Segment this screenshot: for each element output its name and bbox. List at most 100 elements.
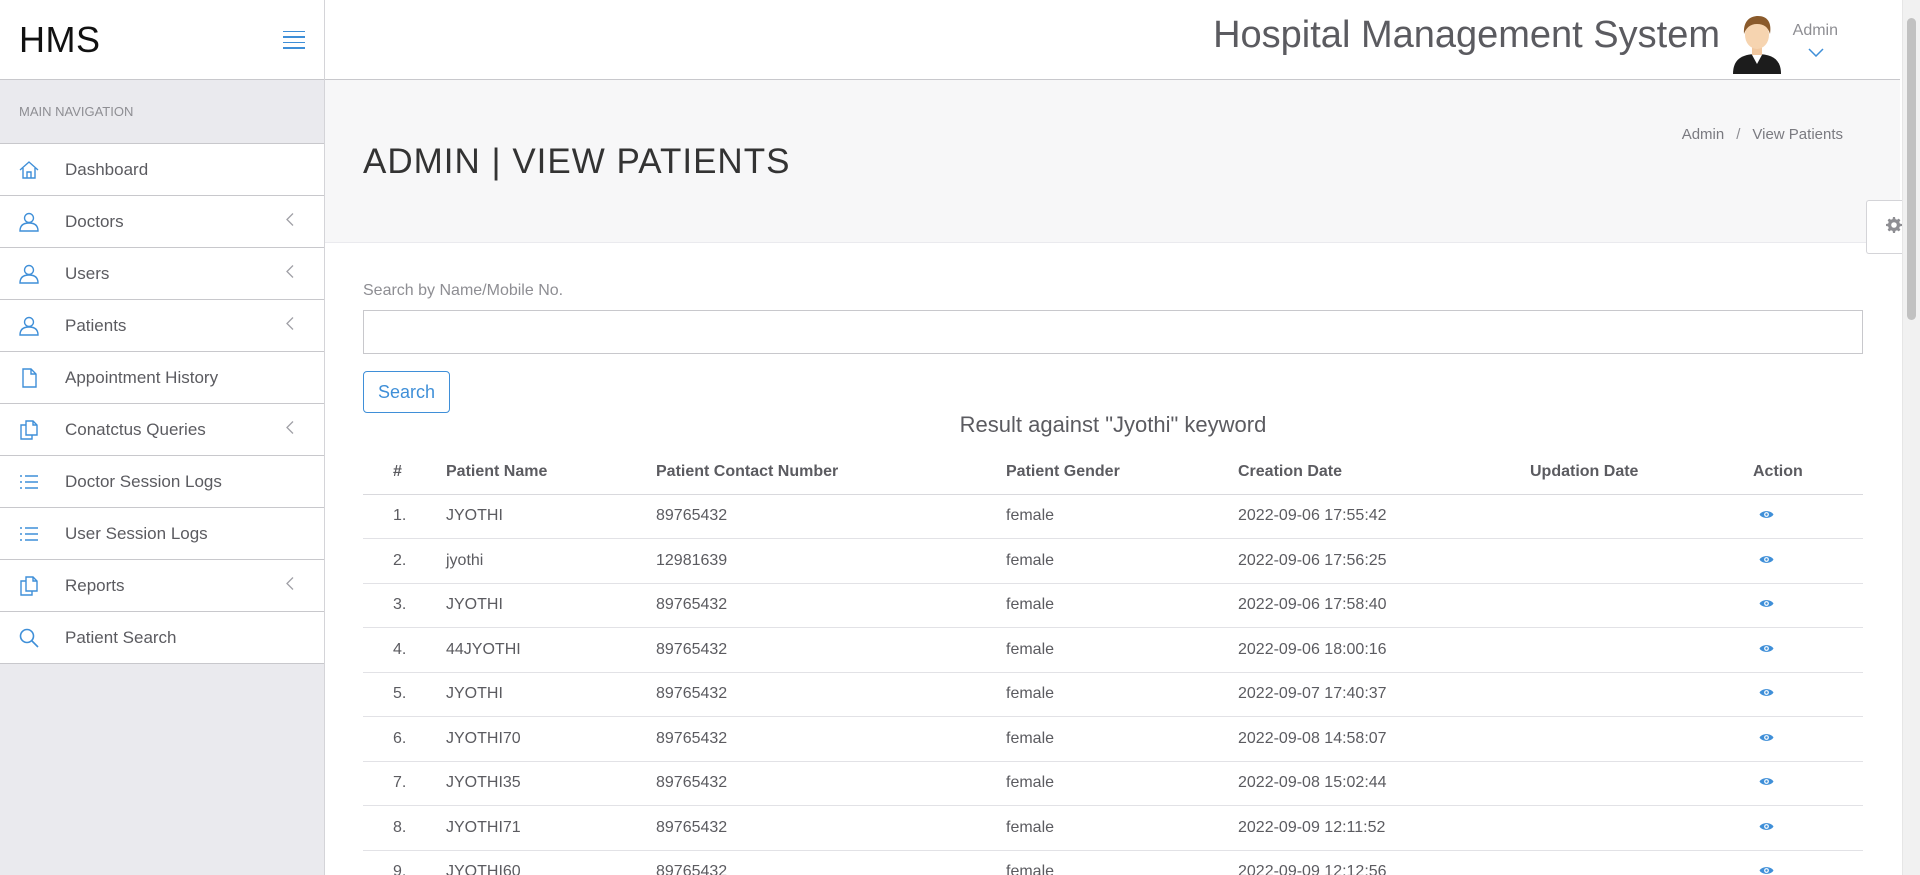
search-label: Search by Name/Mobile No. <box>363 282 564 299</box>
patient-gender: female <box>1006 627 1238 673</box>
patient-name: JYOTHI70 <box>446 716 656 762</box>
sidebar-item-user-session-logs[interactable]: User Session Logs <box>0 508 324 560</box>
row-number: 6. <box>363 716 446 762</box>
user-icon <box>18 263 40 285</box>
eye-icon[interactable] <box>1759 552 1774 570</box>
table-row: 9. JYOTHI60 89765432 female 2022-09-09 12:12… <box>363 850 1863 875</box>
row-number: 1. <box>363 494 446 539</box>
search-input[interactable] <box>363 310 1863 354</box>
sidebar: HMS MAIN NAVIGATION Dashboard Doctors Us… <box>0 0 325 875</box>
user-icon <box>18 315 40 337</box>
row-number: 7. <box>363 761 446 806</box>
creation-date: 2022-09-06 17:55:42 <box>1238 494 1530 539</box>
chevron-left-icon <box>285 576 294 595</box>
sidebar-item-label: Reports <box>65 575 125 595</box>
creation-date: 2022-09-09 12:12:56 <box>1238 850 1530 875</box>
patient-name: JYOTHI <box>446 672 656 717</box>
patient-name: JYOTHI35 <box>446 761 656 806</box>
creation-date: 2022-09-06 17:58:40 <box>1238 583 1530 628</box>
updation-date <box>1530 494 1753 539</box>
patient-gender: female <box>1006 583 1238 628</box>
sidebar-item-label: User Session Logs <box>65 523 208 543</box>
avatar[interactable] <box>1731 12 1783 74</box>
patients-table: # Patient Name Patient Contact Number Pa… <box>363 450 1863 875</box>
menu-toggle-icon[interactable] <box>283 30 305 49</box>
column-header-contact: Patient Contact Number <box>656 450 1006 495</box>
sidebar-item-label: Doctor Session Logs <box>65 471 222 491</box>
sidebar-item-users[interactable]: Users <box>0 248 324 300</box>
creation-date: 2022-09-09 12:11:52 <box>1238 805 1530 851</box>
list-icon <box>18 471 40 493</box>
user-icon <box>18 211 40 233</box>
action-cell <box>1753 850 1863 875</box>
brand-bar: HMS <box>0 0 324 80</box>
row-number: 3. <box>363 583 446 628</box>
result-summary: Result against "Jyothi" keyword <box>959 412 1267 437</box>
patient-contact: 89765432 <box>656 672 1006 717</box>
chevron-down-icon[interactable] <box>1808 44 1824 62</box>
column-header-action: Action <box>1753 450 1863 495</box>
sidebar-item-label: Users <box>65 263 110 283</box>
eye-icon[interactable] <box>1759 730 1774 748</box>
sidebar-item-doctor-session-logs[interactable]: Doctor Session Logs <box>0 456 324 508</box>
row-number: 8. <box>363 805 446 851</box>
eye-icon[interactable] <box>1759 819 1774 837</box>
sidebar-item-dashboard[interactable]: Dashboard <box>0 144 324 196</box>
scrollbar[interactable] <box>1902 0 1920 875</box>
patient-contact: 89765432 <box>656 494 1006 539</box>
creation-date: 2022-09-06 18:00:16 <box>1238 627 1530 673</box>
sidebar-item-label: Patients <box>65 315 127 335</box>
sidebar-item-doctors[interactable]: Doctors <box>0 196 324 248</box>
eye-icon[interactable] <box>1759 507 1774 525</box>
patient-gender: female <box>1006 761 1238 806</box>
eye-icon[interactable] <box>1759 685 1774 703</box>
action-cell <box>1753 805 1863 851</box>
table-row: 2. jyothi 12981639 female 2022-09-06 17:56:2… <box>363 538 1863 584</box>
action-cell <box>1753 672 1863 717</box>
chevron-left-icon <box>285 212 294 231</box>
sidebar-item-patients[interactable]: Patients <box>0 300 324 352</box>
table-row: 5. JYOTHI 89765432 female 2022-09-07 17:40:3… <box>363 672 1863 717</box>
scrollbar-thumb[interactable] <box>1907 18 1916 320</box>
patient-contact: 89765432 <box>656 627 1006 673</box>
user-name[interactable]: Admin <box>1793 22 1838 40</box>
table-row: 1. JYOTHI 89765432 female 2022-09-06 17:55:4… <box>363 494 1863 539</box>
column-header-patient-name: Patient Name <box>446 450 656 495</box>
eye-icon[interactable] <box>1759 774 1774 792</box>
patient-name: JYOTHI <box>446 494 656 539</box>
patient-gender: female <box>1006 716 1238 762</box>
nav-list: Dashboard Doctors Users Patients Appoint… <box>0 144 324 664</box>
sidebar-item-label: Conatctus Queries <box>65 419 206 439</box>
search-button[interactable]: Search <box>363 371 450 413</box>
eye-icon[interactable] <box>1759 863 1774 875</box>
updation-date <box>1530 716 1753 762</box>
eye-icon[interactable] <box>1759 596 1774 614</box>
patient-contact: 12981639 <box>656 538 1006 584</box>
patient-contact: 89765432 <box>656 761 1006 806</box>
column-header-updation-date: Updation Date <box>1530 450 1753 495</box>
patient-name: 44JYOTHI <box>446 627 656 673</box>
patient-name: JYOTHI71 <box>446 805 656 851</box>
search-icon <box>18 627 40 649</box>
action-cell <box>1753 494 1863 539</box>
action-cell <box>1753 583 1863 628</box>
sidebar-item-patient-search[interactable]: Patient Search <box>0 612 324 664</box>
brand-logo[interactable]: HMS <box>19 19 101 61</box>
sidebar-item-appointment-history[interactable]: Appointment History <box>0 352 324 404</box>
chevron-left-icon <box>285 264 294 283</box>
sidebar-item-reports[interactable]: Reports <box>0 560 324 612</box>
chevron-left-icon <box>285 316 294 335</box>
breadcrumb-admin[interactable]: Admin <box>1682 126 1725 143</box>
updation-date <box>1530 850 1753 875</box>
column-header-number: # <box>363 450 446 495</box>
chevron-left-icon <box>285 420 294 439</box>
creation-date: 2022-09-08 14:58:07 <box>1238 716 1530 762</box>
patient-gender: female <box>1006 805 1238 851</box>
updation-date <box>1530 538 1753 584</box>
page-title: ADMIN | VIEW PATIENTS <box>363 142 791 181</box>
table-body: 1. JYOTHI 89765432 female 2022-09-06 17:55:4… <box>363 494 1863 875</box>
sidebar-item-contactus-queries[interactable]: Conatctus Queries <box>0 404 324 456</box>
eye-icon[interactable] <box>1759 641 1774 659</box>
table-header-row: # Patient Name Patient Contact Number Pa… <box>363 450 1863 495</box>
home-icon <box>18 159 40 181</box>
